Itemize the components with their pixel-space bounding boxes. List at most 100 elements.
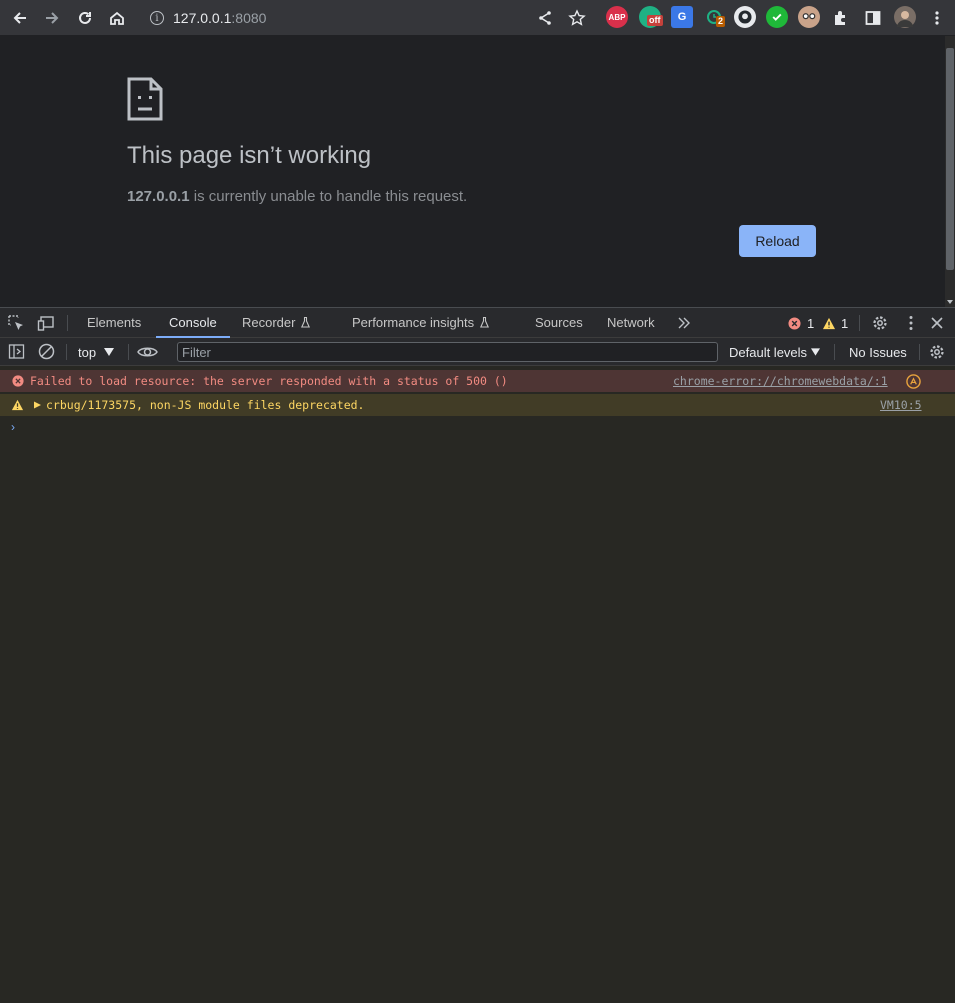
console-prompt[interactable]: › bbox=[11, 420, 15, 434]
gear-icon bbox=[873, 316, 887, 330]
tab-console[interactable]: Console bbox=[156, 308, 230, 338]
close-icon bbox=[931, 317, 943, 329]
puzzle-icon bbox=[835, 11, 845, 25]
error-message-text: is currently unable to handle this reque… bbox=[189, 188, 468, 205]
home-icon bbox=[110, 11, 124, 25]
star-icon bbox=[568, 9, 586, 26]
toolbar-separator bbox=[128, 344, 129, 360]
console-settings-button[interactable] bbox=[928, 343, 946, 361]
tab-elements[interactable]: Elements bbox=[87, 308, 141, 338]
error-host: 127.0.0.1 bbox=[127, 188, 190, 205]
page-scrollbar[interactable] bbox=[945, 36, 955, 307]
browser-toolbar: i 127.0.0.1:8080 ABP off G 2 bbox=[0, 0, 955, 36]
octocat-icon bbox=[738, 10, 752, 24]
tab-recorder[interactable]: Recorder bbox=[242, 308, 311, 338]
toolbar-separator bbox=[66, 344, 67, 360]
gear-icon bbox=[930, 345, 944, 359]
grammarly-icon[interactable]: off bbox=[639, 6, 663, 28]
warning-triangle-icon bbox=[822, 317, 836, 329]
experiment-flask-icon bbox=[480, 317, 490, 328]
address-bar[interactable]: i 127.0.0.1:8080 bbox=[150, 6, 266, 30]
alarm-extension-icon[interactable]: 2 bbox=[704, 6, 726, 28]
share-icon bbox=[539, 11, 551, 25]
warning-counter[interactable]: 1 bbox=[822, 315, 849, 331]
issues-label: No Issues bbox=[849, 344, 907, 360]
warning-count: 1 bbox=[841, 315, 849, 331]
block-icon bbox=[38, 343, 55, 360]
error-circle-icon bbox=[12, 375, 24, 387]
issues-button[interactable]: No Issues bbox=[849, 344, 907, 360]
back-button[interactable] bbox=[6, 4, 34, 32]
browser-menu-button[interactable] bbox=[923, 4, 951, 32]
devtools-menu-button[interactable] bbox=[902, 314, 920, 332]
error-circle-icon bbox=[788, 316, 801, 330]
share-button[interactable] bbox=[531, 4, 559, 32]
live-expression-button[interactable] bbox=[137, 344, 158, 360]
toolbar-separator bbox=[859, 315, 860, 331]
sidebar-panel-icon bbox=[8, 344, 25, 359]
reload-browser-button[interactable] bbox=[71, 4, 99, 32]
extension-badge-off: off bbox=[647, 15, 663, 26]
tab-sources[interactable]: Sources bbox=[535, 308, 583, 338]
error-count: 1 bbox=[807, 315, 815, 331]
sad-page-icon bbox=[127, 77, 163, 121]
toolbar-separator bbox=[834, 344, 835, 360]
side-panel-button[interactable] bbox=[859, 4, 887, 32]
profile-avatar[interactable] bbox=[894, 6, 916, 28]
double-chevron-right-icon bbox=[678, 317, 690, 329]
reload-button[interactable]: Reload bbox=[739, 225, 816, 257]
console-toolbar: top Default levels No Issues bbox=[0, 338, 955, 366]
console-message-warning: crbug/1173575, non-JS module files depre… bbox=[0, 394, 955, 416]
error-counter[interactable]: 1 bbox=[788, 315, 815, 331]
arrow-right-icon bbox=[46, 12, 59, 24]
device-icon bbox=[37, 316, 54, 331]
dropdown-triangle-icon bbox=[811, 348, 821, 356]
close-devtools-button[interactable] bbox=[928, 314, 946, 332]
error-message: 127.0.0.1 is currently unable to handle … bbox=[127, 188, 467, 205]
context-label: top bbox=[78, 344, 97, 360]
tab-performance-insights-label: Performance insights bbox=[352, 315, 475, 330]
console-message-error: Failed to load resource: the server resp… bbox=[0, 370, 955, 392]
scrollbar-thumb[interactable] bbox=[946, 48, 954, 270]
kebab-menu-icon bbox=[935, 11, 939, 25]
home-button[interactable] bbox=[103, 4, 131, 32]
adblock-icon[interactable]: ABP bbox=[606, 6, 628, 28]
devtools-settings-button[interactable] bbox=[871, 314, 889, 332]
scroll-down-arrow-icon[interactable] bbox=[947, 300, 953, 304]
tab-network[interactable]: Network bbox=[607, 308, 655, 338]
context-selector[interactable]: top bbox=[78, 344, 115, 360]
ai-insights-icon[interactable] bbox=[906, 374, 921, 389]
console-message-text: crbug/1173575, non-JS module files depre… bbox=[46, 398, 365, 412]
translate-icon[interactable]: G bbox=[671, 6, 693, 28]
face-extension-icon[interactable] bbox=[798, 6, 820, 28]
more-tabs-button[interactable] bbox=[676, 315, 692, 331]
url-port: :8080 bbox=[231, 10, 267, 26]
checkmark-icon bbox=[772, 13, 782, 21]
extensions-button[interactable] bbox=[827, 4, 855, 32]
eye-icon bbox=[137, 347, 158, 357]
device-toolbar-button[interactable] bbox=[37, 314, 55, 332]
refresh-icon bbox=[79, 11, 91, 24]
log-levels-dropdown[interactable]: Default levels bbox=[729, 344, 821, 360]
github-icon[interactable] bbox=[734, 6, 756, 28]
bookmark-button[interactable] bbox=[563, 4, 591, 32]
error-title: This page isn’t working bbox=[127, 142, 372, 169]
tab-recorder-label: Recorder bbox=[242, 315, 296, 330]
clear-console-button[interactable] bbox=[38, 343, 55, 360]
inspect-element-button[interactable] bbox=[7, 314, 25, 332]
dropdown-triangle-icon bbox=[104, 348, 115, 356]
expand-triangle-icon[interactable] bbox=[34, 401, 41, 409]
check-extension-icon[interactable] bbox=[766, 6, 788, 28]
user-avatar-icon bbox=[897, 11, 913, 27]
sidebar-toggle-button[interactable] bbox=[8, 343, 25, 360]
tab-performance-insights[interactable]: Performance insights bbox=[352, 308, 490, 338]
console-source-link[interactable]: chrome-error://chromewebdata/:1 bbox=[673, 370, 888, 392]
info-icon[interactable]: i bbox=[150, 11, 164, 25]
toolbar-separator bbox=[919, 344, 920, 360]
devtools-tab-bar: Elements Console Recorder Performance in… bbox=[0, 307, 955, 338]
url-host: 127.0.0.1 bbox=[173, 10, 232, 26]
side-panel-icon bbox=[865, 11, 881, 25]
forward-button[interactable] bbox=[38, 4, 66, 32]
console-filter-input[interactable] bbox=[177, 342, 718, 362]
console-source-link[interactable]: VM10:5 bbox=[880, 394, 922, 416]
